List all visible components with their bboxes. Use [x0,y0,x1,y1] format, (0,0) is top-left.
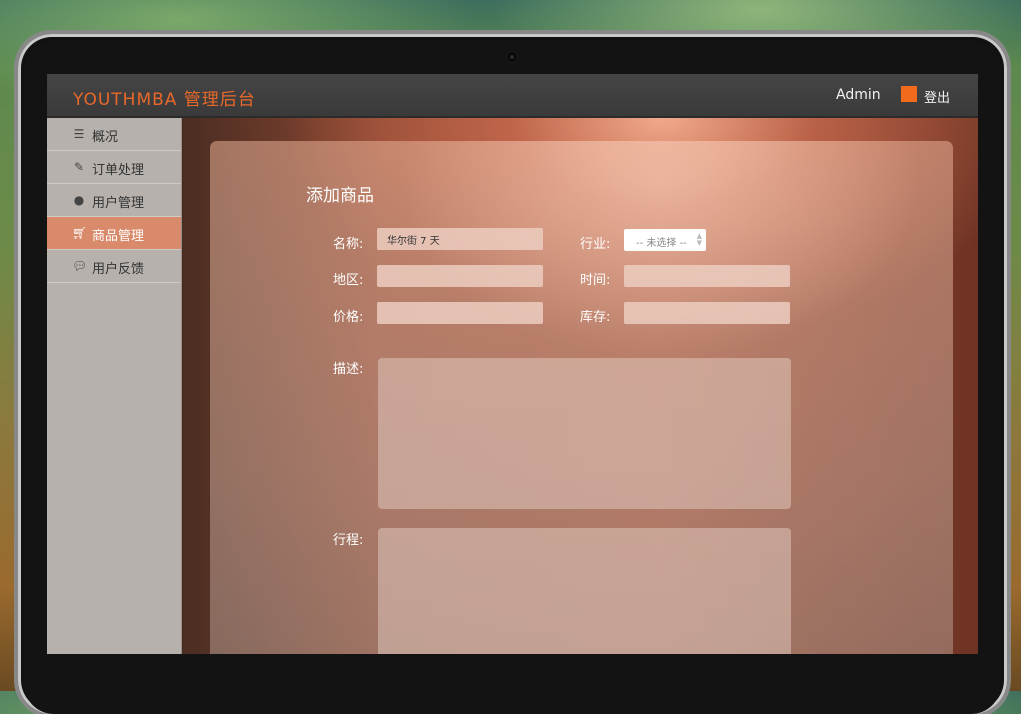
chat-bubble-icon: 💬︎ [72,259,88,273]
select-arrows-icon: ▲ ▼ [696,232,702,247]
camera-icon [508,53,516,61]
logout-icon[interactable] [901,86,917,102]
logout-button[interactable]: 登出 [924,87,950,106]
name-label: 名称: [333,237,364,252]
price-input[interactable] [377,302,543,324]
time-input[interactable] [624,265,790,287]
sidebar-item-label: 用户反馈 [92,262,145,277]
industry-label: 行业: [580,237,611,252]
itinerary-textarea[interactable] [378,528,791,654]
description-textarea[interactable] [378,358,791,509]
sidebar-item-label: 商品管理 [92,229,145,244]
sidebar-item-users[interactable]: ● 用户管理 [47,184,181,217]
sidebar-item-feedback[interactable]: 💬︎ 用户反馈 [47,250,181,283]
region-label: 地区: [333,273,364,288]
sidebar: ☰ 概况 ✎ 订单处理 ● 用户管理 🛒︎ 商品管理 💬︎ 用户反馈 [47,118,182,654]
sidebar-item-overview[interactable]: ☰ 概况 [47,118,181,151]
edit-icon: ✎ [73,160,85,174]
industry-select-value: -- 未选择 -- [636,238,687,249]
industry-select[interactable]: -- 未选择 -- ▲ ▼ [624,229,706,251]
add-product-panel: 添加商品 名称: 行业: -- 未选择 -- ▲▼ 地区: 时间: 价格: 库存… [210,141,953,654]
price-label: 价格: [333,310,364,325]
top-bar: YOUTHMBA 管理后台 Admin 登出 [47,74,978,118]
sidebar-item-label: 概况 [92,130,119,145]
description-label: 描述: [333,362,364,377]
app-screen: YOUTHMBA 管理后台 Admin 登出 ☰ 概况 ✎ 订单处理 ● 用户管… [47,74,978,654]
name-input[interactable] [377,228,543,250]
user-icon: ● [73,193,85,207]
user-name: Admin [836,87,881,103]
sidebar-item-orders[interactable]: ✎ 订单处理 [47,151,181,184]
stock-label: 库存: [580,310,611,325]
cart-icon: 🛒︎ [72,226,88,240]
list-icon: ☰ [73,127,85,141]
page-title: 添加商品 [306,186,374,206]
region-input[interactable] [377,265,543,287]
sidebar-item-label: 用户管理 [92,196,145,211]
sidebar-item-label: 订单处理 [92,163,145,178]
time-label: 时间: [580,273,611,288]
sidebar-item-products[interactable]: 🛒︎ 商品管理 [47,217,181,250]
main-content: 添加商品 名称: 行业: -- 未选择 -- ▲▼ 地区: 时间: 价格: 库存… [182,118,978,654]
itinerary-label: 行程: [333,533,364,548]
stock-input[interactable] [624,302,790,324]
brand-title: YOUTHMBA 管理后台 [73,90,256,110]
